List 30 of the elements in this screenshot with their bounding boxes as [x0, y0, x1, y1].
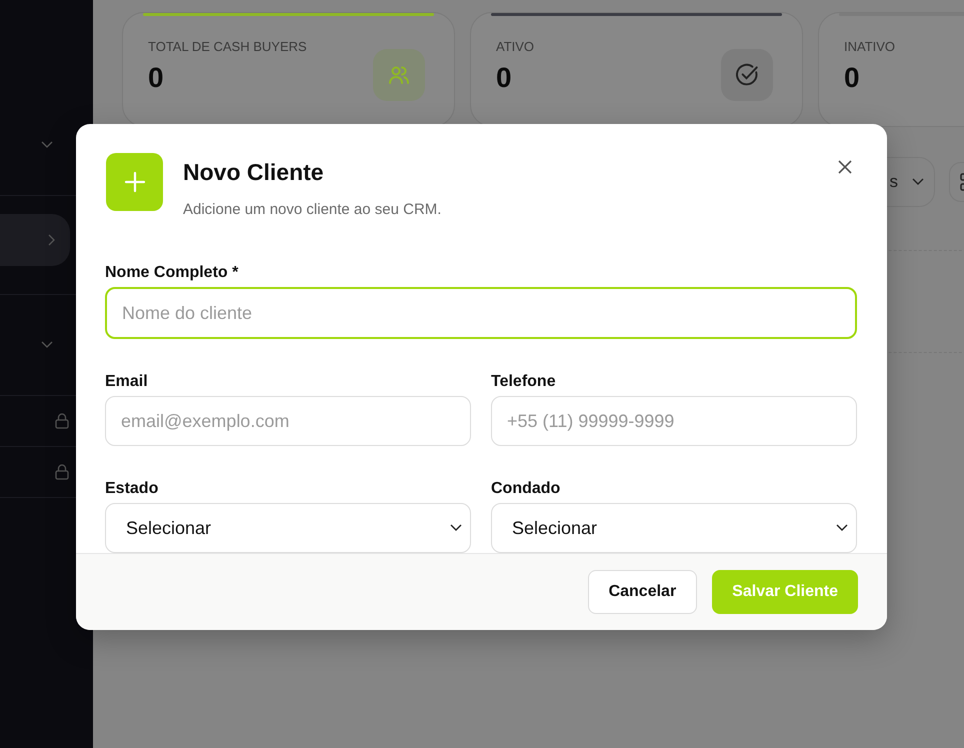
- select-field[interactable]: Selecionar: [105, 503, 471, 553]
- stat-label: INATIVO: [844, 39, 896, 54]
- lock-icon: [55, 464, 69, 480]
- input-field[interactable]: +55 (11) 99999-9999: [491, 396, 857, 446]
- close-button[interactable]: [837, 159, 853, 175]
- input-field[interactable]: email@exemplo.com: [105, 396, 471, 446]
- stat-value: 0: [844, 62, 861, 94]
- field-label: Condado: [491, 480, 562, 498]
- stat-value: 0: [148, 62, 165, 94]
- field-label: Estado: [105, 480, 160, 498]
- chevron-down-icon: [41, 141, 53, 149]
- modal-title: Novo Cliente: [183, 159, 325, 186]
- select-field[interactable]: Selecionar: [491, 503, 857, 553]
- chevron-down-icon: [836, 524, 848, 532]
- input-field[interactable]: Nome do cliente: [105, 287, 857, 339]
- chevron-right-icon: [48, 234, 56, 246]
- chevron-down-icon: [912, 178, 924, 186]
- chevron-down-icon: [41, 341, 53, 349]
- field-label: Telefone: [491, 373, 557, 391]
- stat-value: 0: [496, 62, 513, 94]
- field-label: Email: [105, 373, 149, 391]
- modal-subtitle: Adicione um novo cliente ao seu CRM.: [183, 201, 442, 218]
- stat-label: TOTAL DE CASH BUYERS: [148, 39, 307, 54]
- users-icon: [373, 49, 425, 101]
- cancel-button[interactable]: Cancelar: [588, 570, 698, 614]
- lock-icon: [55, 413, 69, 429]
- field-label: Nome Completo *: [105, 264, 240, 282]
- stat-label: ATIVO: [496, 39, 534, 54]
- chevron-down-icon: [450, 524, 462, 532]
- plus-icon: [106, 153, 163, 211]
